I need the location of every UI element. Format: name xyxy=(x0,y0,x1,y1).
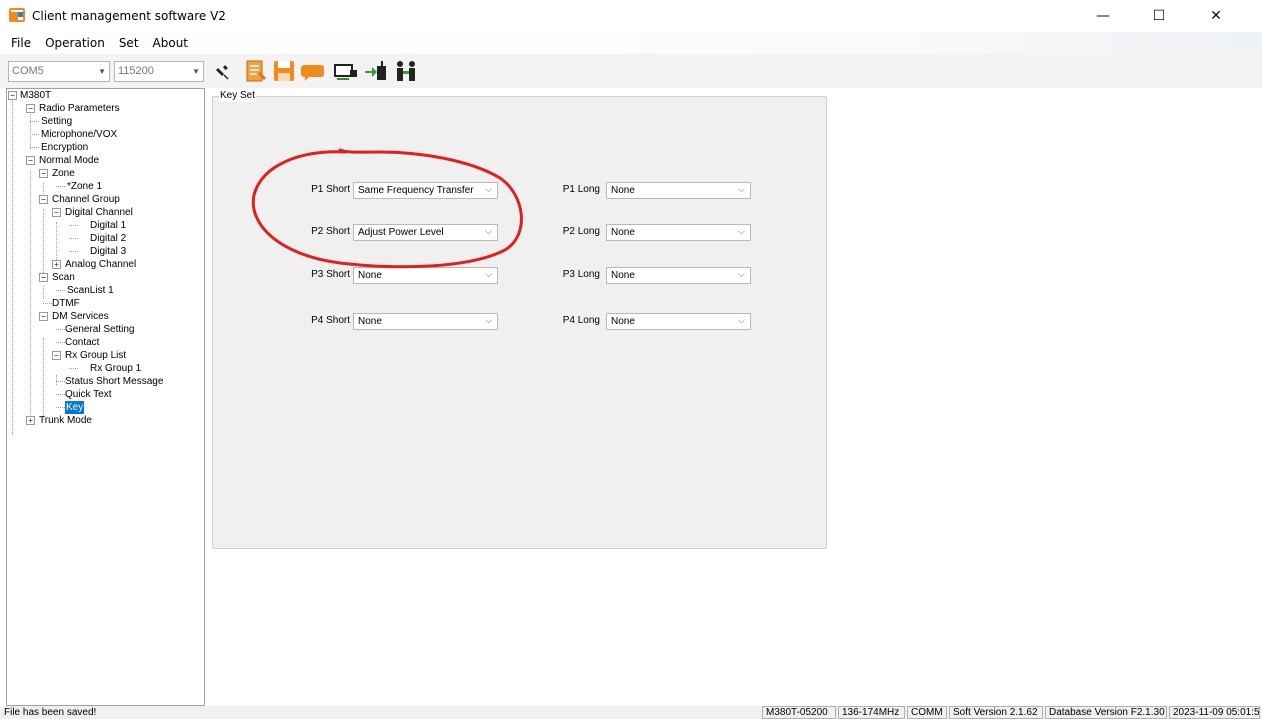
menu-set[interactable]: Set xyxy=(112,36,146,50)
collapse-icon[interactable]: − xyxy=(26,156,35,165)
disconnect-icon[interactable] xyxy=(210,58,236,84)
status-message: File has been saved! xyxy=(4,707,97,718)
p3-short-label: P3 Short xyxy=(311,269,350,280)
menu-operation[interactable]: Operation xyxy=(38,36,112,50)
collapse-icon[interactable]: − xyxy=(26,104,35,113)
window-title: Client management software V2 xyxy=(32,9,226,23)
status-mode: COMM xyxy=(907,706,947,719)
p1-short-value: Same Frequency Transfer xyxy=(358,185,474,196)
p4-short-value: None xyxy=(358,316,382,327)
radio-write-icon[interactable] xyxy=(363,58,389,84)
p1-long-select[interactable]: None ⌵ xyxy=(606,182,751,199)
status-soft-version: Soft Version 2.1.62 xyxy=(949,706,1043,719)
p3-long-select[interactable]: None ⌵ xyxy=(606,267,751,284)
port-value: COM5 xyxy=(12,65,44,77)
p2-long-label: P2 Long xyxy=(562,226,600,237)
p4-short-label: P4 Short xyxy=(311,315,350,326)
expand-icon[interactable]: + xyxy=(52,260,61,269)
p4-short-select[interactable]: None ⌵ xyxy=(353,313,498,330)
maximize-button[interactable]: ☐ xyxy=(1136,0,1182,32)
title-bar: Client management software V2 — ☐ ✕ xyxy=(0,0,1262,32)
p4-long-select[interactable]: None ⌵ xyxy=(606,313,751,330)
chevron-down-icon: ⌵ xyxy=(738,185,745,195)
baud-select[interactable]: 115200 ▼ xyxy=(114,61,204,82)
collapse-icon[interactable]: − xyxy=(52,351,61,360)
save-icon[interactable] xyxy=(271,58,297,84)
chevron-down-icon: ⌵ xyxy=(485,185,492,195)
chevron-down-icon: ⌵ xyxy=(738,316,745,326)
p3-short-value: None xyxy=(358,270,382,281)
write-data-icon[interactable] xyxy=(299,58,325,84)
p2-short-label: P2 Short xyxy=(311,226,350,237)
chevron-down-icon: ⌵ xyxy=(738,227,745,237)
p1-short-select[interactable]: Same Frequency Transfer ⌵ xyxy=(353,182,498,199)
users-icon[interactable] xyxy=(393,58,419,84)
read-data-icon[interactable] xyxy=(243,58,269,84)
navigation-tree[interactable]: − M380T − Radio Parameters Setting Micro… xyxy=(6,88,205,706)
collapse-icon[interactable]: − xyxy=(39,169,48,178)
status-bar: File has been saved! M380T-05200 136-174… xyxy=(0,706,1262,719)
p4-long-value: None xyxy=(611,316,635,327)
p1-long-value: None xyxy=(611,185,635,196)
status-db-version: Database Version F2.1.30 xyxy=(1045,706,1167,719)
port-select[interactable]: COM5 ▼ xyxy=(8,61,110,82)
collapse-icon[interactable]: − xyxy=(39,312,48,321)
menu-about[interactable]: About xyxy=(146,36,195,50)
p3-short-select[interactable]: None ⌵ xyxy=(353,267,498,284)
expand-icon[interactable]: + xyxy=(26,416,35,425)
collapse-icon[interactable]: − xyxy=(52,208,61,217)
chevron-down-icon: ⌵ xyxy=(485,270,492,280)
menu-file[interactable]: File xyxy=(0,36,38,50)
collapse-icon[interactable]: − xyxy=(8,91,17,100)
chevron-down-icon: ⌵ xyxy=(485,316,492,326)
port-icon[interactable] xyxy=(333,58,359,84)
p3-long-value: None xyxy=(611,270,635,281)
chevron-down-icon: ▼ xyxy=(192,67,200,76)
p2-short-select[interactable]: Adjust Power Level ⌵ xyxy=(353,224,498,241)
p2-long-value: None xyxy=(611,227,635,238)
status-band: 136-174MHz xyxy=(838,706,905,719)
p4-long-label: P4 Long xyxy=(562,315,600,326)
p1-short-label: P1 Short xyxy=(311,184,350,195)
status-model: M380T-05200 xyxy=(762,706,836,719)
p2-long-select[interactable]: None ⌵ xyxy=(606,224,751,241)
toolbar: COM5 ▼ 115200 ▼ xyxy=(0,54,1262,88)
status-datetime: 2023-11-09 05:01:57 xyxy=(1169,706,1260,719)
collapse-icon[interactable]: − xyxy=(39,195,48,204)
menu-bar: File Operation Set About xyxy=(0,32,1262,54)
chevron-down-icon: ▼ xyxy=(98,67,106,76)
close-button[interactable]: ✕ xyxy=(1193,0,1239,32)
key-set-title: Key Set xyxy=(219,90,257,102)
p3-long-label: P3 Long xyxy=(562,269,600,280)
collapse-icon[interactable]: − xyxy=(39,273,48,282)
baud-value: 115200 xyxy=(118,65,154,77)
chevron-down-icon: ⌵ xyxy=(485,227,492,237)
p1-long-label: P1 Long xyxy=(562,184,600,195)
p2-short-value: Adjust Power Level xyxy=(358,227,444,238)
chevron-down-icon: ⌵ xyxy=(738,270,745,280)
app-icon xyxy=(9,8,27,24)
minimize-button[interactable]: — xyxy=(1080,0,1126,32)
